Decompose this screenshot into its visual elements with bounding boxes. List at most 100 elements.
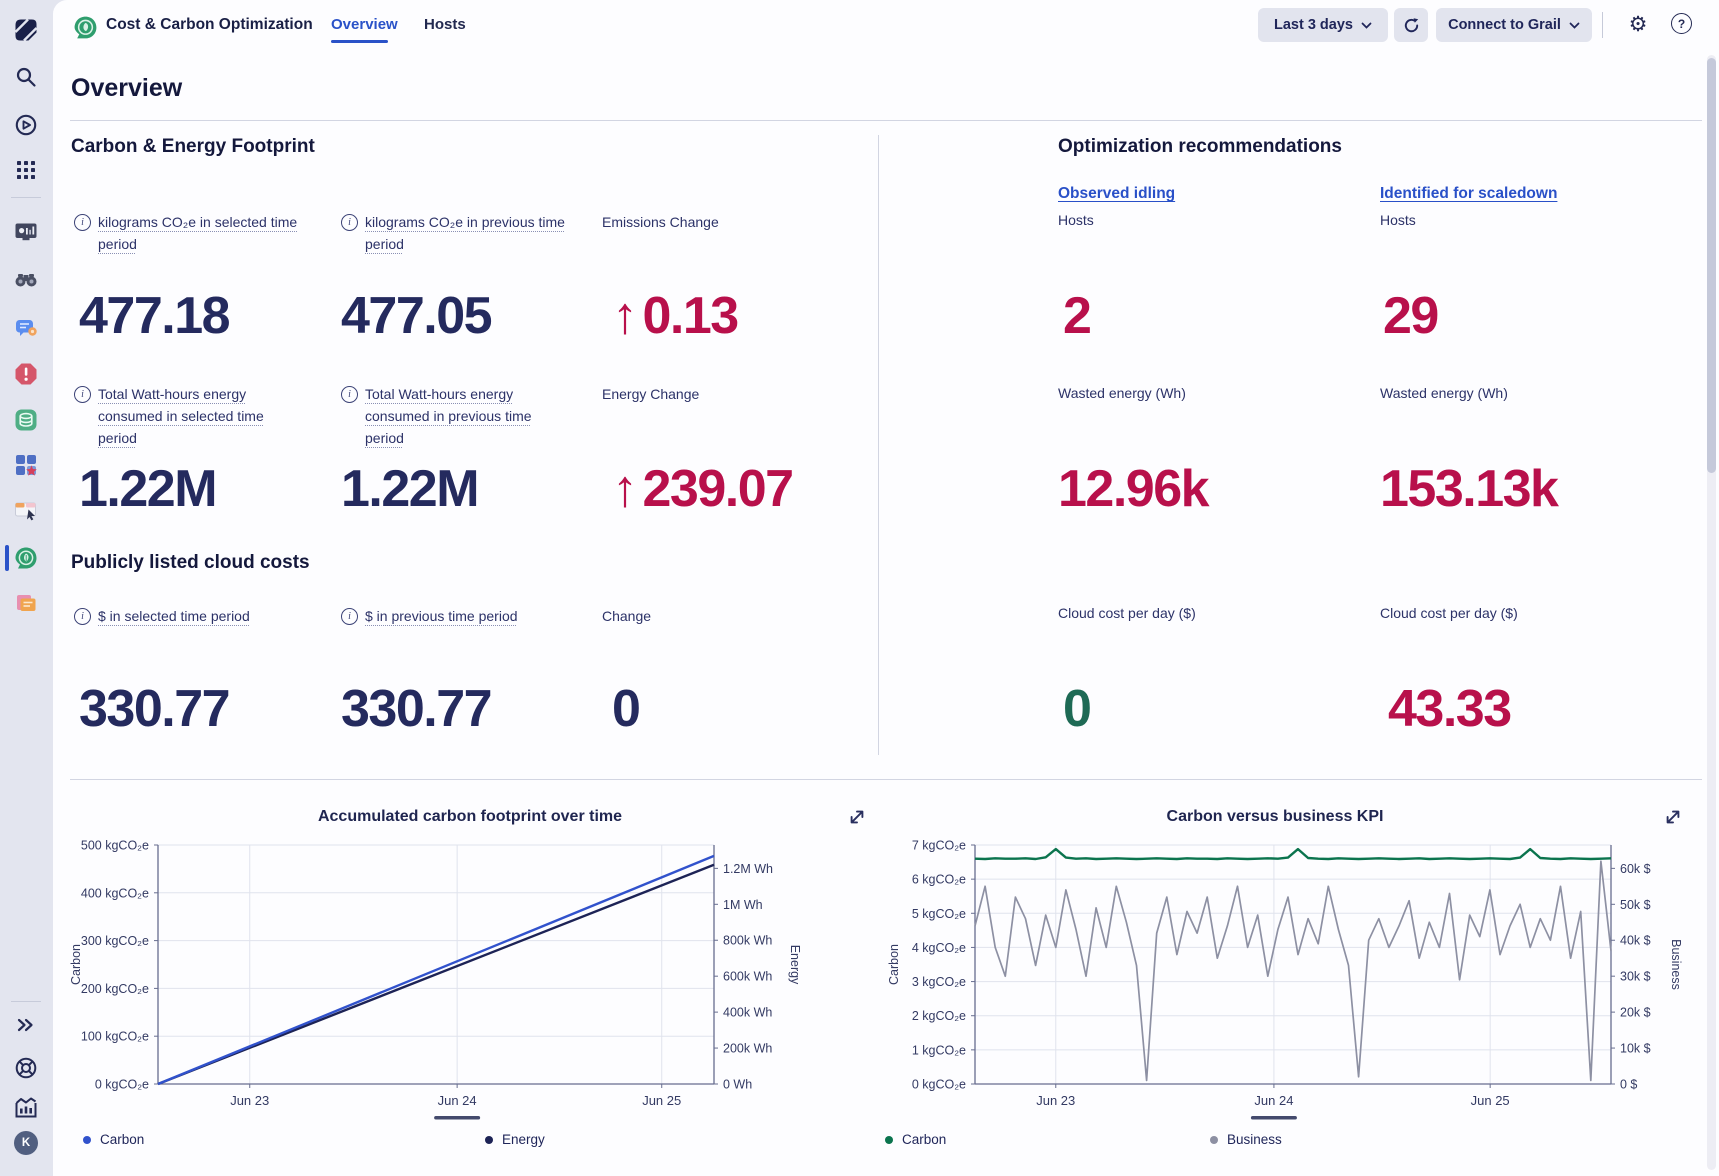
y-tick-label: 0 kgCO₂e (95, 1078, 149, 1092)
x-tick-label: Jun 23 (1036, 1093, 1075, 1108)
sidebar-item-dashboards[interactable] (13, 219, 39, 245)
play-circle-glyph (13, 112, 39, 138)
info-icon[interactable]: i (74, 608, 91, 625)
sidebar-item-problems[interactable] (13, 361, 39, 387)
legend-item-business[interactable]: Business (1210, 1132, 1282, 1147)
dashboards-app-icon (13, 219, 39, 245)
kpi-label-energy-selected: i Total Watt-hours energy consumed in se… (74, 383, 270, 449)
left-axis-title: Carbon (887, 944, 901, 985)
sidebar-item-grail[interactable] (13, 407, 39, 433)
sidebar-item-copilot[interactable] (13, 314, 39, 340)
y-tick-label: 300 kgCO₂e (81, 934, 149, 948)
info-icon[interactable]: i (341, 608, 358, 625)
idling-cost-value: 0 (1063, 683, 1090, 735)
chart2-expand-icon[interactable] (1664, 808, 1682, 826)
y-tick-label: 100 kgCO₂e (81, 1030, 149, 1044)
info-icon[interactable]: i (341, 214, 358, 231)
app-grid-icon[interactable] (13, 157, 39, 183)
grid-glyph (14, 158, 38, 182)
sidebar-item-hosts[interactable] (13, 497, 39, 523)
scaledown-cost-value: 43.33 (1388, 683, 1511, 735)
tab-hosts[interactable]: Hosts (424, 16, 466, 33)
problems-app-icon (13, 361, 39, 387)
carbon-business-chart[interactable]: 7 kgCO₂e6 kgCO₂e5 kgCO₂e4 kgCO₂e3 kgCO₂e… (850, 830, 1700, 1130)
carbon-footprint-chart[interactable]: 500 kgCO₂e400 kgCO₂e300 kgCO₂e200 kgCO₂e… (70, 830, 870, 1130)
user-avatar[interactable]: K (14, 1131, 38, 1155)
kpi-label-cost-previous: i $ in previous time period (341, 605, 601, 627)
idling-cost-label: Cloud cost per day ($) (1058, 605, 1196, 621)
observed-idling-link[interactable]: Observed idling (1058, 185, 1175, 203)
chart1-title: Accumulated carbon footprint over time (70, 808, 870, 826)
usage-chart-icon[interactable] (13, 1095, 39, 1121)
double-chevron-right-glyph (14, 1013, 38, 1037)
connect-to-grail-button[interactable]: Connect to Grail (1436, 8, 1592, 42)
time-range-selector[interactable]: Last 3 days (1258, 8, 1388, 42)
kpi-label-energy-change: Energy Change (602, 386, 699, 402)
info-icon[interactable]: i (341, 386, 358, 403)
x-tick-label: Jun 24 (438, 1093, 477, 1108)
y2-tick-label: 200k Wh (723, 1042, 772, 1056)
clusters-app-icon (13, 452, 39, 478)
connect-to-grail-label: Connect to Grail (1448, 17, 1561, 33)
legend-item-carbon2[interactable]: Carbon (885, 1132, 946, 1147)
legend-dot-energy (485, 1136, 493, 1144)
y-tick-label: 0 kgCO₂e (912, 1078, 966, 1092)
legend-item-carbon[interactable]: Carbon (83, 1132, 144, 1147)
refresh-button[interactable] (1394, 8, 1428, 42)
series-line-carbon (158, 856, 714, 1084)
binoculars-app-icon (13, 267, 39, 293)
dynatrace-logo-icon[interactable] (13, 17, 39, 43)
active-app-indicator (5, 545, 9, 571)
up-arrow-icon: ↑ (612, 463, 637, 515)
expand-sidebar-icon[interactable] (13, 1012, 39, 1038)
legend-item-energy[interactable]: Energy (485, 1132, 545, 1147)
up-arrow-icon: ↑ (612, 290, 637, 342)
kpi-label-emissions-change: Emissions Change (602, 214, 719, 230)
sidebar-item-notebooks[interactable] (13, 591, 39, 617)
chevron-down-icon (1361, 22, 1372, 29)
kpi-label-cost-change: Change (602, 608, 651, 624)
page-scrollbar-thumb[interactable] (1707, 58, 1716, 473)
x-axis-scrollbar[interactable] (434, 1116, 480, 1120)
tab-overview[interactable]: Overview (331, 16, 398, 33)
x-axis-scrollbar[interactable] (1251, 1116, 1297, 1120)
cost-carbon-dashboard: K Cost & Carbon Optimization Overview Ho… (0, 0, 1719, 1176)
search-icon[interactable] (13, 64, 39, 90)
y2-tick-label: 10k $ (1620, 1042, 1651, 1056)
help-icon[interactable]: ? (1671, 13, 1692, 34)
storage-app-icon (13, 407, 39, 433)
settings-gear-icon[interactable]: ⚙ (1624, 10, 1652, 38)
chevron-down-icon (1569, 22, 1580, 29)
sidebar-item-cost-carbon[interactable] (13, 545, 39, 571)
page-title: Overview (71, 74, 182, 103)
identified-scaledown-link[interactable]: Identified for scaledown (1380, 185, 1557, 203)
sidebar-item-clusters[interactable] (13, 452, 39, 478)
y-tick-label: 6 kgCO₂e (912, 873, 966, 887)
support-icon[interactable] (13, 1055, 39, 1081)
kpi-label-co2-previous: i kilograms CO₂e in previous time period (341, 211, 573, 255)
series-line-energy (158, 865, 714, 1084)
getting-started-icon[interactable] (13, 112, 39, 138)
section-recommendations-title: Optimization recommendations (1058, 136, 1342, 158)
kpi-value-energy-change: ↑ 239.07 (612, 463, 793, 515)
scaledown-energy-label: Wasted energy (Wh) (1380, 385, 1508, 401)
refresh-icon (1403, 17, 1420, 34)
sidebar-item-observe[interactable] (13, 267, 39, 293)
y-tick-label: 200 kgCO₂e (81, 982, 149, 996)
right-axis-title: Business (1669, 939, 1683, 990)
scaledown-cost-label: Cloud cost per day ($) (1380, 605, 1518, 621)
app-icon (72, 14, 99, 41)
idling-energy-label: Wasted energy (Wh) (1058, 385, 1186, 401)
kpi-value-energy-previous: 1.22M (341, 463, 478, 515)
chart-frame-glyph (13, 1095, 39, 1121)
y2-tick-label: 0 $ (1620, 1078, 1637, 1092)
y2-tick-label: 1.2M Wh (723, 862, 773, 876)
y2-tick-label: 800k Wh (723, 934, 772, 948)
info-icon[interactable]: i (74, 386, 91, 403)
time-range-label: Last 3 days (1274, 17, 1353, 33)
info-icon[interactable]: i (74, 214, 91, 231)
sidebar-divider-top (11, 197, 41, 198)
y2-tick-label: 0 Wh (723, 1078, 752, 1092)
kpi-value-cost-change: 0 (612, 683, 639, 735)
lifebuoy-glyph (13, 1055, 39, 1081)
